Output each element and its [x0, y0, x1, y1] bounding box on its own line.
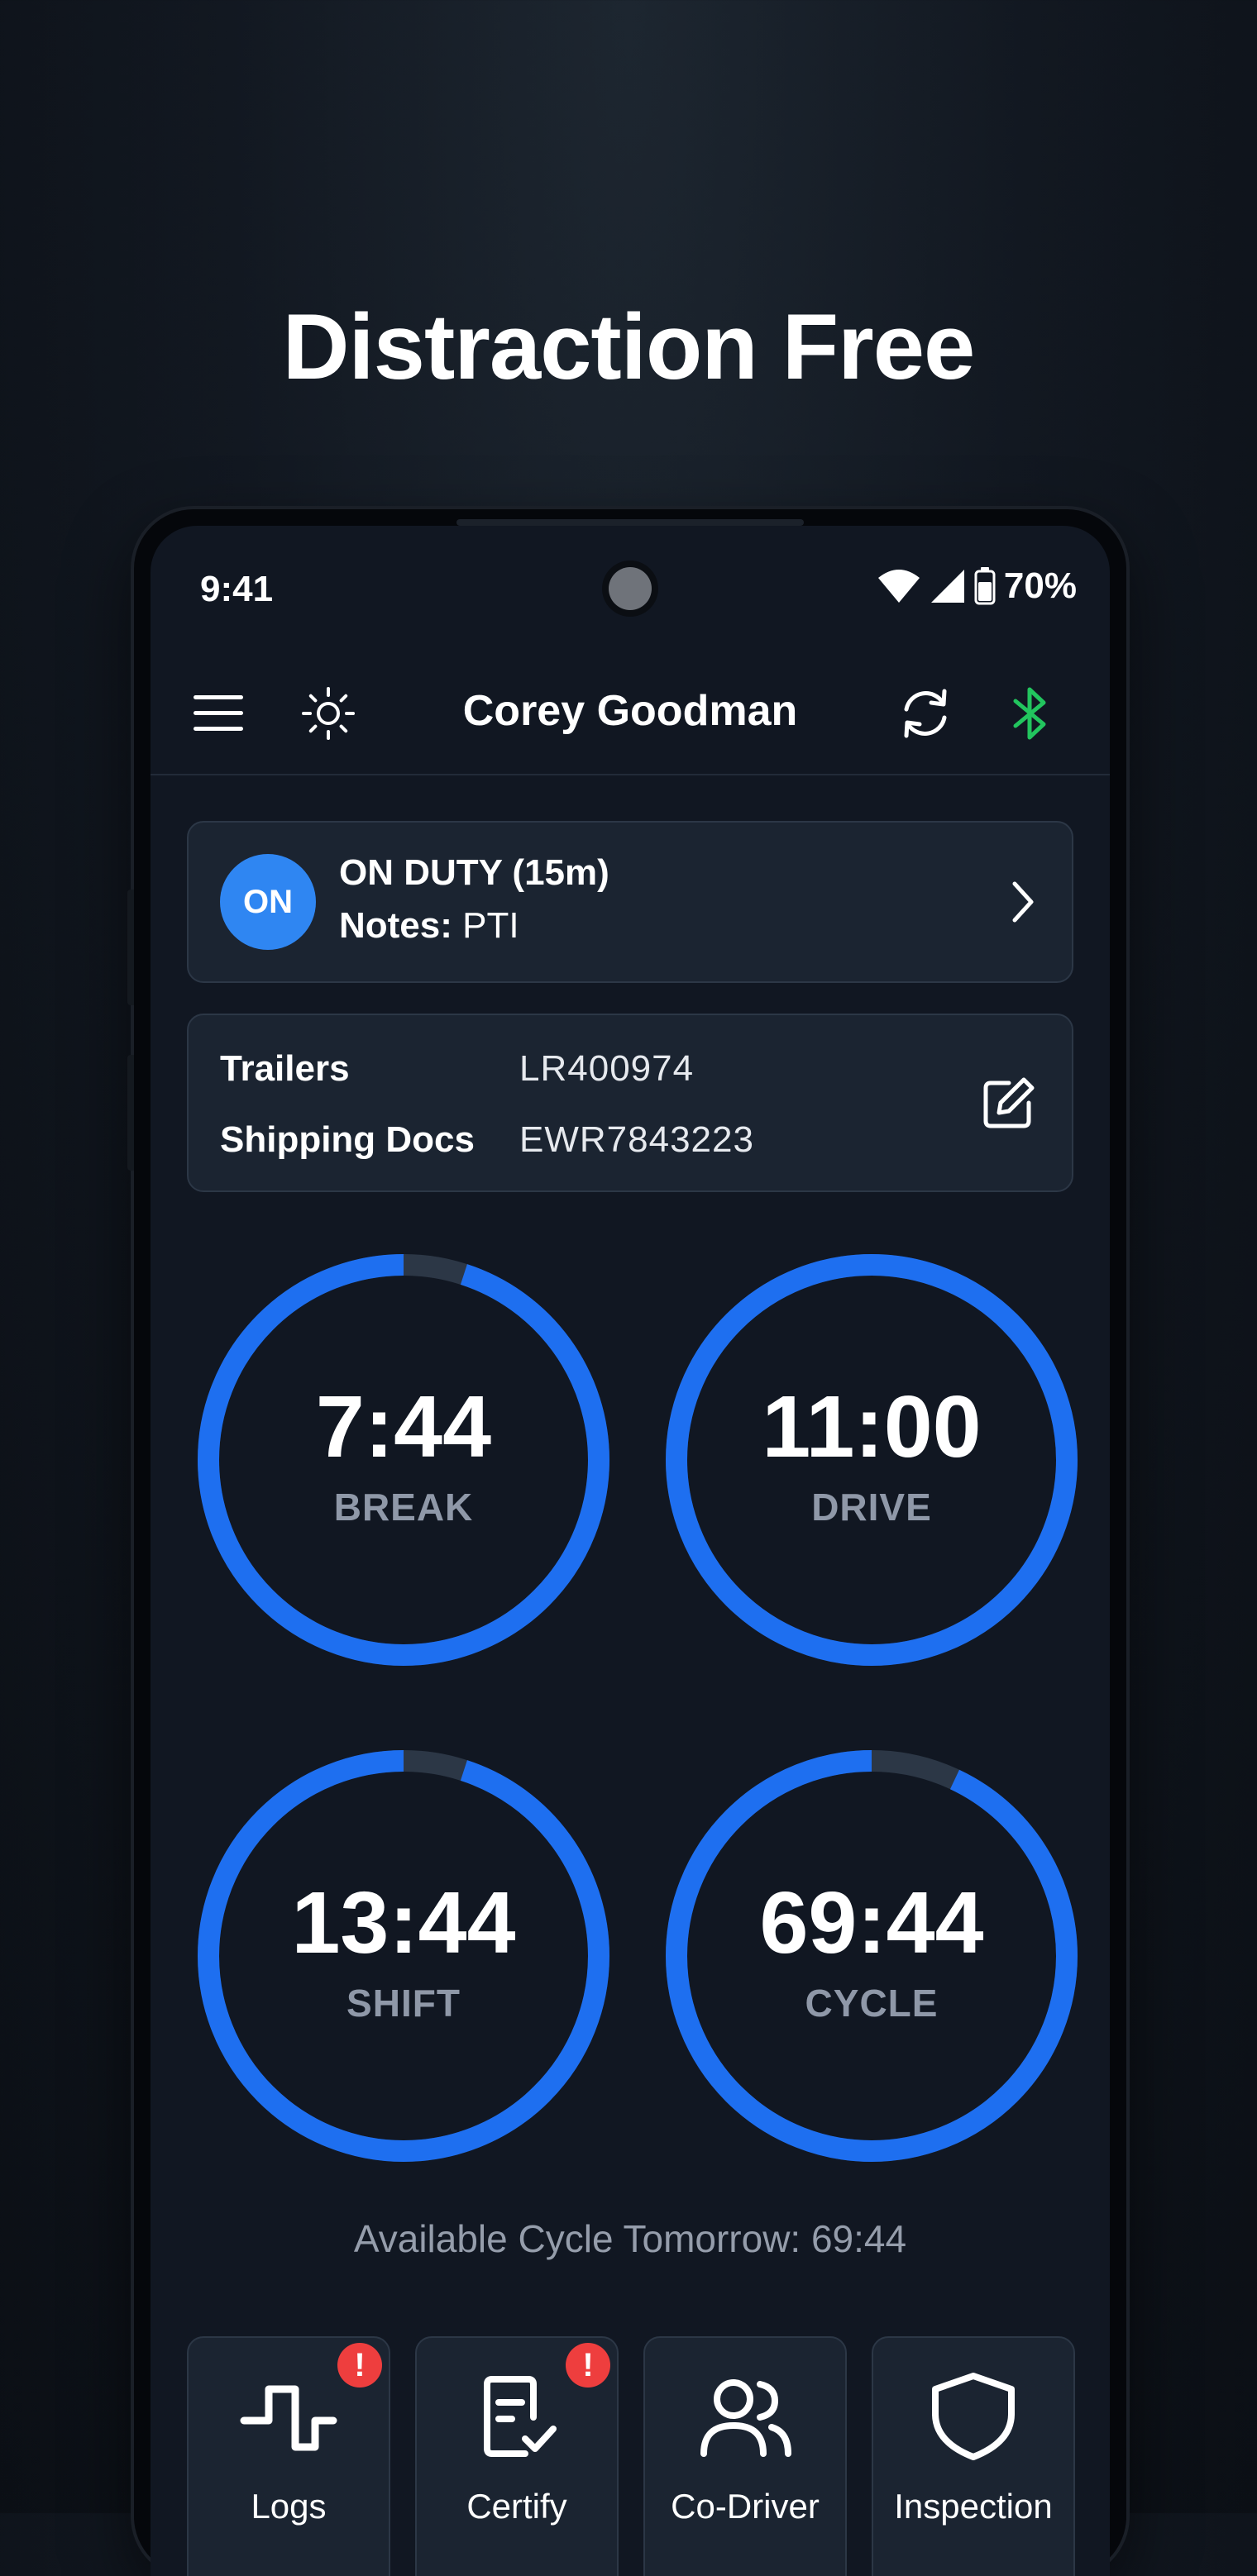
certify-label: Certify: [466, 2487, 567, 2526]
phone-speaker: [456, 519, 804, 526]
status-time: 9:41: [200, 569, 274, 609]
shift-label: SHIFT: [347, 1982, 461, 2025]
power-button: [127, 1055, 134, 1171]
edit-icon: [983, 1077, 1035, 1128]
inspection-label: Inspection: [894, 2487, 1053, 2526]
cycle-time: 69:44: [759, 1874, 984, 1972]
status-icons: 70%: [877, 565, 1077, 607]
duty-badge: ON: [220, 854, 316, 950]
logs-alert-badge: !: [337, 2343, 382, 2388]
sync-button[interactable]: [895, 683, 956, 744]
drive-label: DRIVE: [811, 1486, 932, 1529]
battery-percentage: 70%: [1003, 565, 1077, 606]
break-gauge: 7:44 BREAK: [189, 1245, 619, 1675]
certify-alert-badge: !: [566, 2343, 610, 2388]
phone-frame: 9:41 70% Corey Goodman ON ON DUTY (15m) …: [127, 509, 1126, 2576]
duty-status-card[interactable]: ON ON DUTY (15m) Notes: PTI: [187, 821, 1073, 983]
shift-time: 13:44: [291, 1874, 516, 1972]
co-driver-icon: [645, 2371, 845, 2462]
drive-time: 11:00: [762, 1378, 982, 1476]
app-bar: Corey Goodman: [151, 650, 1110, 775]
shield-icon: [873, 2371, 1073, 2462]
available-cycle-text: Available Cycle Tomorrow: 69:44: [353, 2217, 907, 2260]
bluetooth-button[interactable]: [1002, 683, 1057, 744]
drive-gauge: 11:00 DRIVE: [657, 1245, 1087, 1675]
logs-button[interactable]: ! Logs: [187, 2336, 390, 2576]
cycle-label: CYCLE: [805, 1982, 939, 2025]
volume-button: [127, 890, 134, 1005]
cycle-gauge: 69:44 CYCLE: [657, 1741, 1087, 2171]
battery-icon: [974, 567, 996, 605]
trailers-label: Trailers: [220, 1048, 350, 1089]
headline: Distraction Free: [282, 295, 976, 398]
status-bar: 9:41 70%: [151, 526, 1110, 650]
inspection-button[interactable]: Inspection: [872, 2336, 1075, 2576]
signal-icon: [930, 568, 966, 604]
co-driver-button[interactable]: Co-Driver: [643, 2336, 847, 2576]
notes-label: Notes:: [339, 905, 452, 946]
break-time: 7:44: [315, 1378, 492, 1476]
shift-gauge: 13:44 SHIFT: [189, 1741, 619, 2171]
bluetooth-icon: [1013, 687, 1046, 740]
shipping-docs-label: Shipping Docs: [220, 1119, 475, 1160]
duty-notes: Notes: PTI: [339, 905, 519, 947]
notes-value: PTI: [462, 905, 519, 946]
certify-button[interactable]: ! Certify: [415, 2336, 619, 2576]
wifi-icon: [877, 568, 921, 604]
duty-status-title: ON DUTY (15m): [339, 852, 609, 893]
edit-button[interactable]: [976, 1070, 1042, 1136]
break-label: BREAK: [333, 1486, 474, 1529]
sync-icon: [904, 689, 947, 738]
logs-label: Logs: [251, 2487, 327, 2526]
trailers-value: LR400974: [519, 1048, 695, 1089]
front-camera: [609, 567, 652, 610]
shipping-docs-value: EWR7843223: [519, 1119, 754, 1160]
co-driver-label: Co-Driver: [671, 2487, 820, 2526]
chevron-right-icon: [1011, 880, 1035, 928]
app-screen: 9:41 70% Corey Goodman ON ON DUTY (15m) …: [151, 526, 1110, 2576]
shipping-info-card: Trailers LR400974 Shipping Docs EWR78432…: [187, 1014, 1073, 1192]
driver-name: Corey Goodman: [462, 687, 798, 735]
